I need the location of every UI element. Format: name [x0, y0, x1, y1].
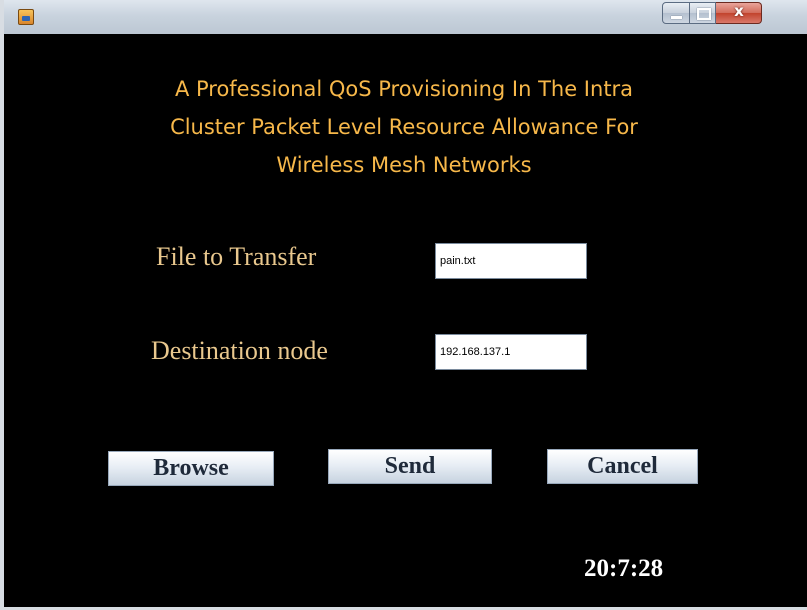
destination-node-label: Destination node — [151, 336, 328, 365]
file-to-transfer-input[interactable]: pain.txt — [435, 243, 587, 279]
maximize-button[interactable] — [690, 2, 716, 24]
page-title: A Professional QoS Provisioning In The I… — [64, 70, 744, 184]
app-window: A Professional QoS Provisioning In The I… — [0, 0, 807, 610]
cancel-button[interactable]: Cancel — [547, 449, 698, 484]
clock-display: 20:7:28 — [584, 555, 664, 582]
send-button[interactable]: Send — [328, 449, 492, 484]
close-button[interactable] — [716, 2, 762, 24]
java-cup-icon[interactable] — [18, 9, 34, 25]
file-to-transfer-label: File to Transfer — [156, 242, 317, 271]
title-bar[interactable] — [4, 0, 807, 34]
destination-node-input[interactable]: 192.168.137.1 — [435, 334, 587, 370]
page-title-line-1: A Professional QoS Provisioning In The I… — [174, 77, 634, 101]
page-title-line-2: Cluster Packet Level Resource Allowance … — [170, 115, 638, 139]
browse-button[interactable]: Browse — [108, 451, 274, 486]
minimize-button[interactable] — [662, 2, 690, 24]
page-title-line-3: Wireless Mesh Networks — [276, 153, 532, 177]
window-controls — [662, 2, 762, 24]
